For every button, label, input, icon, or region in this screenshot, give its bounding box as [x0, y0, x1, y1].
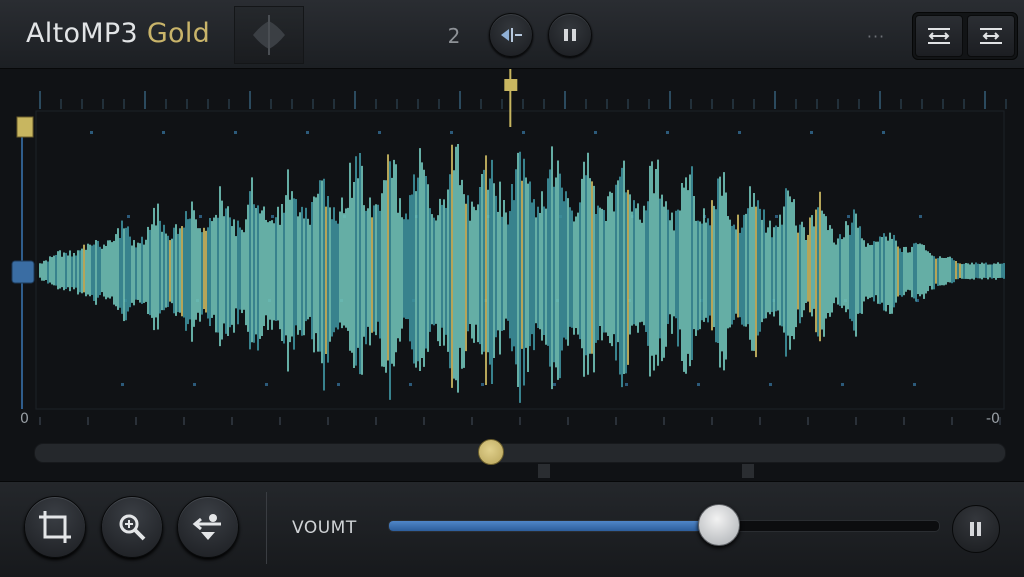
pause-playback-button[interactable] — [952, 505, 1000, 553]
grid-dot — [882, 131, 885, 134]
gain-level-handle[interactable] — [11, 260, 35, 284]
grid-dot — [913, 383, 916, 386]
time-end-label: -0 — [986, 411, 1000, 427]
thumbnail-wave-icon — [253, 15, 285, 55]
grid-dot — [775, 215, 778, 218]
grid-dot — [337, 383, 340, 386]
grid-dot — [553, 383, 556, 386]
pause-icon — [564, 29, 576, 41]
grid-dot — [841, 383, 844, 386]
grid-dot — [271, 215, 274, 218]
grid-dot — [127, 215, 130, 218]
grid-dot — [522, 131, 525, 134]
bottom-ruler — [39, 417, 1001, 425]
scrub-thumb[interactable] — [477, 439, 504, 465]
volume-label: VOUMT — [292, 518, 357, 538]
expand-width-icon — [980, 28, 1002, 44]
waveform-editor[interactable]: 0 -0 — [0, 69, 1024, 481]
scrub-track[interactable] — [34, 443, 1006, 463]
volume-fill — [389, 521, 719, 531]
more-button[interactable]: ··· — [856, 18, 896, 54]
app-title-main: AltoMP3 — [26, 18, 138, 49]
audio-waveform — [39, 144, 1005, 403]
grid-dot — [234, 131, 237, 134]
zoom-icon — [119, 514, 146, 541]
waveform-canvas[interactable] — [0, 69, 1024, 481]
grid-dot — [90, 131, 93, 134]
grid-dot — [193, 383, 196, 386]
overview-marker — [742, 464, 754, 478]
split-icon — [501, 28, 522, 42]
grid-dot — [162, 131, 165, 134]
volume-slider[interactable] — [388, 520, 940, 532]
more-icon: ··· — [866, 26, 886, 46]
zoom-button[interactable] — [101, 496, 163, 558]
fit-width-button[interactable] — [915, 15, 963, 57]
bottom-toolbar: VOUMT — [0, 481, 1024, 577]
grid-dot — [769, 383, 772, 386]
grid-dot — [199, 215, 202, 218]
grid-dot — [738, 131, 741, 134]
gain-top-handle[interactable] — [16, 116, 34, 138]
grid-dot — [697, 383, 700, 386]
share-button[interactable] — [177, 496, 239, 558]
app-title-accent: Gold — [146, 18, 211, 49]
overview-marker — [538, 464, 550, 478]
grid-dot — [265, 383, 268, 386]
track-counter: 2 — [447, 24, 461, 48]
playhead-handle[interactable] — [504, 79, 518, 91]
grid-dot — [450, 131, 453, 134]
grid-dot — [594, 131, 597, 134]
pause-icon — [970, 522, 981, 536]
expand-width-button[interactable] — [967, 15, 1015, 57]
pause-button[interactable] — [548, 13, 592, 57]
grid-dot — [121, 383, 124, 386]
grid-dot — [666, 131, 669, 134]
crop-icon — [39, 511, 71, 543]
grid-dot — [810, 131, 813, 134]
toolbar-divider — [266, 492, 267, 564]
grid-dot — [378, 131, 381, 134]
zoom-mode-group — [912, 12, 1018, 60]
grid-dot — [481, 383, 484, 386]
grid-dot — [409, 383, 412, 386]
top-toolbar: AltoMP3 Gold 2 ··· — [0, 0, 1024, 69]
share-icon — [192, 514, 221, 540]
crop-button[interactable] — [24, 496, 86, 558]
time-start-label: 0 — [20, 411, 29, 427]
grid-dot — [306, 131, 309, 134]
track-counter-button[interactable]: 2 — [436, 18, 472, 54]
grid-dot — [919, 215, 922, 218]
app-title: AltoMP3 Gold — [26, 18, 210, 49]
grid-dot — [625, 383, 628, 386]
grid-dot — [847, 215, 850, 218]
waveform-thumbnail[interactable] — [234, 6, 304, 64]
app-window: AltoMP3 Gold 2 ··· 0 -0 VOUMT — [0, 0, 1024, 577]
volume-slider-thumb[interactable] — [698, 504, 740, 546]
fit-width-icon — [928, 28, 950, 44]
split-button[interactable] — [489, 13, 533, 57]
